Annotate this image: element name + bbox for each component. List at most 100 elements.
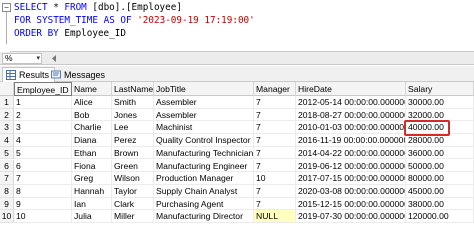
table-cell[interactable]: 6 [14,159,72,173]
column-header[interactable]: Employee_ID [14,82,72,96]
table-cell[interactable]: Hannah [72,184,112,198]
table-cell[interactable]: Bob [72,108,112,122]
table-cell[interactable]: 2010-01-03 00:00:00.0000000 [296,121,406,135]
table-cell[interactable]: 7 [254,108,296,122]
table-cell[interactable]: Ian [72,197,112,211]
row-number[interactable]: 7 [0,172,14,185]
table-cell[interactable]: Perez [112,134,154,147]
table-cell[interactable]: 7 [254,197,296,211]
table-cell[interactable]: Miller [112,210,154,223]
table-cell[interactable]: 45000.00 [406,184,474,198]
table-cell[interactable]: Alice [72,96,112,109]
table-cell[interactable]: 7 [254,134,296,147]
table-cell[interactable]: Machinist [154,121,254,135]
table-cell[interactable]: 120000.00 [406,210,474,223]
table-cell[interactable]: 2016-11-19 00:00:00.0000000 [296,134,406,147]
row-number[interactable]: 1 [0,96,14,109]
table-cell[interactable]: Manufacturing Director [154,210,254,223]
table-row[interactable]: 8 8 Hannah Taylor Supply Chain Analyst 7 2020-… [0,184,474,198]
table-cell[interactable]: Wilson [112,172,154,185]
table-cell[interactable]: Diana [72,134,112,147]
tab-messages[interactable]: Messages [48,67,110,82]
table-cell[interactable]: 30000.00 [406,96,474,109]
column-header[interactable]: JobTitle [154,82,254,96]
table-cell[interactable]: 7 [254,184,296,198]
table-cell[interactable]: 10 [14,210,72,223]
table-cell[interactable]: Assembler [154,108,254,122]
table-cell[interactable]: Quality Control Inspector [154,134,254,147]
table-row[interactable]: 5 5 Ethan Brown Manufacturing Technician 7 201… [0,146,474,160]
table-cell[interactable]: 2020-03-08 00:00:00.0000000 [296,184,406,198]
table-cell[interactable]: Manufacturing Technician [154,146,254,160]
row-number[interactable]: 2 [0,108,14,122]
table-row[interactable]: 10 10 Julia Miller Manufacturing Director NUL… [0,210,474,223]
table-cell[interactable]: Green [112,159,154,173]
row-number[interactable]: 5 [0,146,14,160]
table-cell[interactable]: Clark [112,197,154,211]
table-cell[interactable]: 36000.00 [406,146,474,160]
column-header[interactable]: Salary [406,82,474,96]
table-cell[interactable]: 80000.00 [406,172,474,185]
table-cell[interactable]: Taylor [112,184,154,198]
table-cell[interactable]: 2017-07-15 00:00:00.0000000 [296,172,406,185]
table-cell[interactable]: 7 [254,159,296,173]
row-number[interactable]: 8 [0,184,14,198]
table-cell[interactable]: 2019-06-12 00:00:00.0000000 [296,159,406,173]
collapse-icon[interactable]: − [2,3,11,12]
row-number[interactable]: 10 [0,210,14,223]
chevron-down-icon[interactable]: ▾ [36,54,40,63]
table-cell[interactable]: 2018-08-27 00:00:00.0000000 [296,108,406,122]
table-cell[interactable]: 2019-07-30 00:00:00.0000000 [296,210,406,223]
column-header[interactable]: Manager [254,82,296,96]
sql-editor[interactable]: − SELECT * FROM [dbo].[Employee] FOR SYST… [0,0,474,52]
row-number[interactable]: 3 [0,121,14,135]
table-cell[interactable]: Julia [72,210,112,223]
column-header[interactable]: LastName [112,82,154,96]
results-grid[interactable]: Employee_ID Name LastName JobTitle Manag… [0,82,474,247]
row-number[interactable]: 9 [0,197,14,211]
table-cell[interactable]: 5 [14,146,72,160]
table-row[interactable]: 1 1 Alice Smith Assembler 7 2012-05-14 00:00:0… [0,96,474,109]
table-cell[interactable]: 7 [254,146,296,160]
table-cell[interactable]: 2014-04-22 00:00:00.0000000 [296,146,406,160]
table-row[interactable]: 2 2 Bob Jones Assembler 7 2018-08-27 00:00:00.… [0,108,474,122]
table-cell[interactable]: Jones [112,108,154,122]
table-cell[interactable]: 2 [14,108,72,122]
table-cell[interactable]: 10 [254,172,296,185]
table-cell[interactable]: 2015-12-15 00:00:00.0000000 [296,197,406,211]
table-cell[interactable]: Greg [72,172,112,185]
table-cell[interactable]: 8 [14,184,72,198]
table-row[interactable]: 3 3 Charlie Lee Machinist 7 2010-01-03 00:00:0… [0,121,474,135]
table-cell[interactable]: 50000.00 [406,159,474,173]
row-number[interactable]: 6 [0,159,14,173]
table-cell[interactable]: Production Manager [154,172,254,185]
table-cell[interactable]: Manufacturing Engineer [154,159,254,173]
table-cell[interactable]: 1 [14,96,72,109]
table-cell[interactable]: 7 [254,96,296,109]
table-cell[interactable]: Charlie [72,121,112,135]
table-cell[interactable]: Assembler [154,96,254,109]
table-row[interactable]: 6 6 Fiona Green Manufacturing Engineer 7 2019-… [0,159,474,173]
table-cell[interactable]: 2012-05-14 00:00:00.0000000 [296,96,406,109]
table-cell[interactable]: Fiona [72,159,112,173]
table-cell[interactable]: 38000.00 [406,197,474,211]
table-cell[interactable]: Purchasing Agent [154,197,254,211]
column-header[interactable]: HireDate [296,82,406,96]
table-cell[interactable]: Supply Chain Analyst [154,184,254,198]
table-cell[interactable]: 3 [14,121,72,135]
table-cell[interactable]: 7 [254,121,296,135]
table-cell[interactable]: 4 [14,134,72,147]
table-cell[interactable]: 7 [14,172,72,185]
zoom-dropdown[interactable]: % ▾ [2,53,42,64]
table-row[interactable]: 4 4 Diana Perez Quality Control Inspector 7 20… [0,134,474,147]
table-row[interactable]: 7 7 Greg Wilson Production Manager 10 2017-07-… [0,172,474,185]
table-cell[interactable]: Brown [112,146,154,160]
table-cell[interactable]: Lee [112,121,154,135]
table-cell[interactable]: 9 [14,197,72,211]
column-header[interactable]: Name [72,82,112,96]
table-row[interactable]: 9 9 Ian Clark Purchasing Agent 7 2015-12-15 00… [0,197,474,211]
table-cell[interactable]: Ethan [72,146,112,160]
row-number-header[interactable] [0,82,14,96]
table-cell[interactable]: NULL [254,210,296,223]
sql-code[interactable]: SELECT * FROM [dbo].[Employee] FOR SYSTEM… [14,1,255,40]
